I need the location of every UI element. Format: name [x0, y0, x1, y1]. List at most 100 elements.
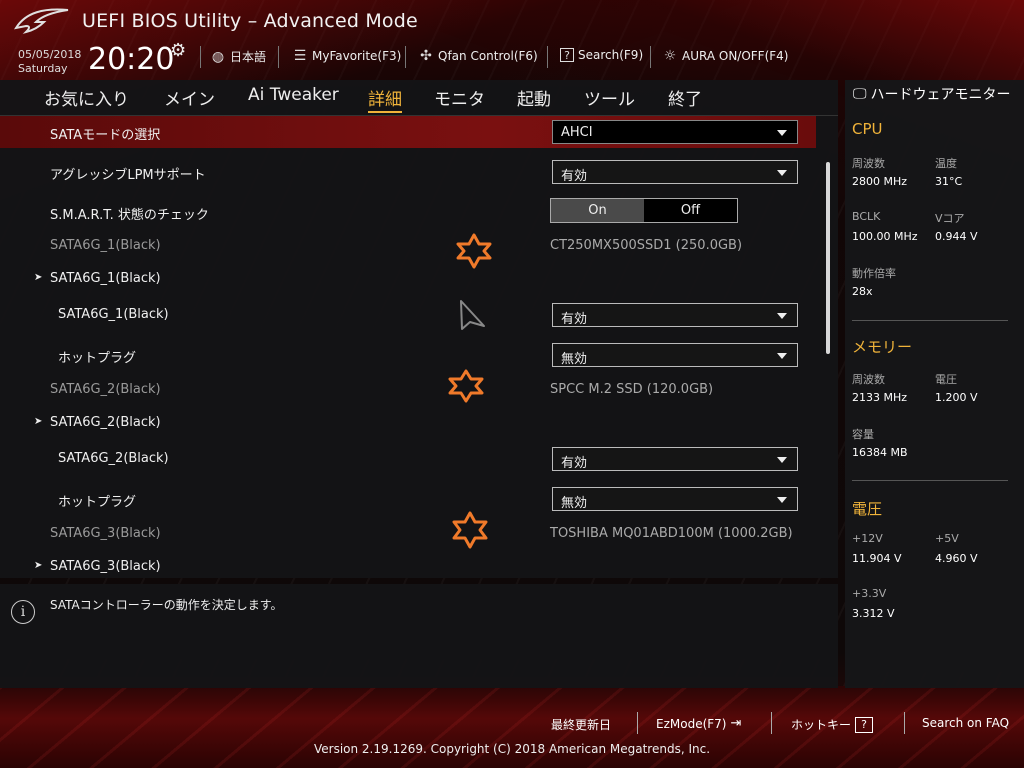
footer-divider: [771, 712, 772, 734]
hotkeys-button[interactable]: ホットキー ?: [791, 716, 874, 733]
port2-enable-value: 有効: [561, 456, 588, 471]
last-modified-button[interactable]: 最終更新日: [551, 716, 611, 733]
search-faq-label: Search on FAQ: [922, 716, 1010, 730]
footer-divider: [904, 712, 905, 734]
port1-enable-value: 有効: [561, 312, 588, 327]
port3-group-row[interactable]: ➤ SATA6G_3(Black): [0, 551, 816, 583]
aura-label: AURA ON/OFF(F4): [682, 49, 789, 63]
cursor-annotation-icon: [460, 300, 485, 330]
globe-icon: ◍: [211, 48, 225, 65]
ratio-label: 動作倍率: [852, 267, 896, 280]
port2-group-row[interactable]: ➤ SATA6G_2(Black): [0, 407, 816, 439]
port1-enable-select[interactable]: 有効: [552, 303, 798, 327]
bclk-label: BCLK: [852, 210, 881, 223]
port2-group-label: SATA6G_2(Black): [50, 415, 161, 430]
hardware-monitor-panel: 🖵 ハードウェアモニター CPU 周波数 温度 2800 MHz 31°C BC…: [845, 80, 1024, 688]
header-divider: [200, 46, 201, 68]
port2-enable-select[interactable]: 有効: [552, 447, 798, 471]
search-faq-button[interactable]: Search on FAQ: [922, 716, 1009, 730]
v12-value: 11.904 V: [852, 552, 902, 565]
port2-enable-row[interactable]: SATA6G_2(Black) 有効: [0, 443, 816, 475]
cpu-freq-value: 2800 MHz: [852, 175, 908, 188]
smart-toggle[interactable]: On Off: [550, 198, 738, 223]
vcore-value: 0.944 V: [935, 230, 978, 243]
lpm-row[interactable]: アグレッシブLPMサポート 有効: [0, 156, 816, 188]
copyright-text: Version 2.19.1269. Copyright (C) 2018 Am…: [313, 742, 711, 756]
date-text: 05/05/2018: [18, 48, 82, 61]
smart-on-option[interactable]: On: [551, 199, 644, 222]
v5-value: 4.960 V: [935, 552, 978, 565]
day-text: Saturday: [18, 62, 68, 75]
fan-icon: ✣: [420, 48, 432, 64]
tab-exit[interactable]: 終了: [668, 85, 702, 110]
star-annotation-icon: [452, 511, 488, 549]
port2-info-label: SATA6G_2(Black): [50, 382, 161, 397]
info-icon: i: [11, 600, 35, 624]
scrollbar[interactable]: [826, 162, 830, 354]
myfavorite-label: MyFavorite(F3): [312, 49, 402, 63]
tab-bar: お気に入り メイン Ai Tweaker 詳細 モニタ 起動 ツール 終了: [0, 80, 838, 116]
cpu-heading: CPU: [852, 120, 883, 138]
header-divider: [547, 46, 548, 68]
v33-value: 3.312 V: [852, 607, 895, 620]
port1-hotplug-select[interactable]: 無効: [552, 343, 798, 367]
tab-ai-tweaker[interactable]: Ai Tweaker: [248, 85, 339, 105]
gear-icon[interactable]: ⚙: [170, 40, 186, 61]
tab-main[interactable]: メイン: [164, 85, 215, 110]
language-button[interactable]: ◍ 日本語: [210, 48, 266, 65]
sata-mode-label: SATAモードの選択: [50, 128, 161, 143]
aura-button[interactable]: ☼ AURA ON/OFF(F4): [662, 48, 789, 64]
port3-device: TOSHIBA MQ01ABD100M (1000.2GB): [550, 526, 793, 541]
myfavorite-button[interactable]: ☰ MyFavorite(F3): [292, 48, 402, 64]
qfan-button[interactable]: ✣ Qfan Control(F6): [418, 48, 538, 64]
qfan-label: Qfan Control(F6): [438, 49, 538, 63]
cpu-temp-value: 31°C: [935, 175, 963, 188]
tab-boot[interactable]: 起動: [517, 85, 551, 110]
ratio-value: 28x: [852, 285, 873, 298]
chevron-down-icon: [777, 457, 787, 463]
port1-hotplug-row[interactable]: ホットプラグ 無効: [0, 339, 816, 371]
chevron-down-icon: [777, 130, 787, 136]
mem-volt-value: 1.200 V: [935, 391, 978, 404]
port1-group-row[interactable]: ➤ SATA6G_1(Black): [0, 263, 816, 295]
chevron-down-icon: [777, 353, 787, 359]
expand-arrow-icon: ➤: [34, 272, 43, 283]
lpm-select[interactable]: 有効: [552, 160, 798, 184]
smart-off-option[interactable]: Off: [644, 199, 737, 222]
ezmode-button[interactable]: EzMode(F7) ⇥: [656, 716, 741, 731]
port2-enable-label: SATA6G_2(Black): [58, 451, 169, 466]
smart-row[interactable]: S.M.A.R.T. 状態のチェック On Off: [0, 196, 816, 228]
help-text: SATAコントローラーの動作を決定します。: [50, 598, 283, 612]
bclk-value: 100.00 MHz: [852, 230, 918, 243]
port2-hotplug-select[interactable]: 無効: [552, 487, 798, 511]
monitor-title: 🖵 ハードウェアモニター: [853, 86, 1011, 104]
help-info-panel: i SATAコントローラーの動作を決定します。: [0, 584, 838, 688]
tab-monitor[interactable]: モニタ: [434, 85, 485, 110]
search-button[interactable]: ? Search(F9): [560, 48, 643, 62]
clock[interactable]: 20:20: [88, 42, 174, 77]
mem-freq-value: 2133 MHz: [852, 391, 908, 404]
sata-mode-value: AHCI: [561, 125, 593, 140]
tab-favorites[interactable]: お気に入り: [44, 85, 129, 110]
help-box-icon: ?: [560, 48, 574, 62]
port3-info-row: SATA6G_3(Black) TOSHIBA MQ01ABD100M (100…: [0, 518, 816, 550]
v5-label: +5V: [935, 532, 959, 545]
header-divider: [650, 46, 651, 68]
port3-info-label: SATA6G_3(Black): [50, 526, 161, 541]
header: UEFI BIOS Utility – Advanced Mode 05/05/…: [0, 0, 1024, 80]
main-panel: お気に入り メイン Ai Tweaker 詳細 モニタ 起動 ツール 終了 SA…: [0, 80, 838, 578]
app-title: UEFI BIOS Utility – Advanced Mode: [82, 10, 418, 32]
tab-advanced[interactable]: 詳細: [368, 85, 402, 113]
exit-arrow-icon: ⇥: [730, 716, 742, 731]
port2-hotplug-row[interactable]: ホットプラグ 無効: [0, 483, 816, 515]
rog-logo-icon: [14, 8, 69, 34]
port2-device: SPCC M.2 SSD (120.0GB): [550, 382, 714, 397]
tab-tool[interactable]: ツール: [584, 85, 635, 110]
mem-freq-label: 周波数: [852, 373, 885, 386]
header-divider: [405, 46, 406, 68]
expand-arrow-icon: ➤: [34, 560, 43, 571]
port2-hotplug-value: 無効: [561, 496, 588, 511]
sata-mode-select[interactable]: AHCI: [552, 120, 798, 144]
sata-mode-row[interactable]: SATAモードの選択 AHCI: [0, 116, 816, 148]
port1-enable-row[interactable]: SATA6G_1(Black) 有効: [0, 299, 816, 331]
